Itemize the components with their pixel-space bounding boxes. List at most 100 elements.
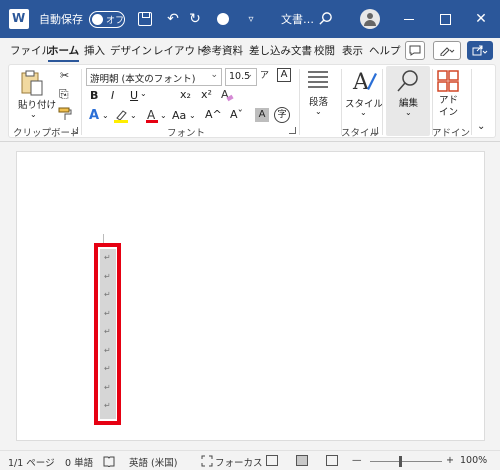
share-button[interactable] bbox=[467, 41, 493, 60]
tab-home[interactable]: ホーム bbox=[48, 43, 80, 62]
undo-icon[interactable]: ↶ bbox=[165, 11, 181, 27]
user-avatar[interactable] bbox=[360, 9, 380, 29]
proofing-icon[interactable] bbox=[103, 456, 115, 467]
tab-review[interactable]: 校閲 bbox=[314, 43, 335, 58]
highlight-dropdown-icon[interactable]: ⌄ bbox=[130, 111, 137, 120]
focus-icon[interactable] bbox=[201, 455, 213, 467]
font-size-select[interactable]: 10.5 ⌄ bbox=[225, 68, 257, 86]
status-bar: 1/1 ページ 0 単語 英語 (米国) フォーカス — + 100% bbox=[0, 450, 500, 470]
styles-icon[interactable]: A bbox=[352, 67, 378, 95]
print-layout-icon[interactable] bbox=[296, 455, 308, 466]
page-count[interactable]: 1/1 ページ bbox=[8, 455, 55, 469]
underline-button[interactable]: U bbox=[130, 89, 138, 102]
close-button[interactable]: ✕ bbox=[472, 10, 490, 28]
ribbon: 貼り付け ⌄ ✂ ⎘ クリップボード 游明朝 (本文のフォント) ⌄ 10.5 … bbox=[0, 62, 500, 142]
group-divider bbox=[299, 69, 300, 135]
word-count[interactable]: 0 単語 bbox=[65, 455, 93, 469]
maximize-button[interactable] bbox=[436, 10, 454, 28]
add-ins-label[interactable]: アド イン bbox=[439, 95, 458, 119]
highlight-box bbox=[94, 243, 121, 425]
toggle-knob bbox=[92, 13, 103, 25]
svg-text:A: A bbox=[352, 70, 370, 95]
document-title[interactable]: 文書… bbox=[281, 11, 314, 27]
text-effects-dropdown-icon[interactable]: ⌄ bbox=[102, 111, 109, 120]
italic-button[interactable]: I bbox=[111, 89, 114, 102]
character-shading-icon[interactable]: A bbox=[255, 108, 269, 122]
bold-button[interactable]: B bbox=[90, 89, 98, 102]
tab-view[interactable]: 表示 bbox=[342, 43, 363, 58]
phonetic-guide-icon[interactable]: ア bbox=[260, 68, 269, 81]
tab-layout[interactable]: レイアウト bbox=[153, 43, 206, 58]
styles-launcher-icon[interactable] bbox=[371, 127, 378, 134]
tab-help[interactable]: ヘルプ bbox=[369, 43, 401, 58]
font-launcher-icon[interactable] bbox=[289, 127, 296, 134]
tab-design[interactable]: デザイン bbox=[110, 43, 152, 58]
add-ins-group-label: アドイン bbox=[432, 128, 471, 139]
tab-file[interactable]: ファイル bbox=[10, 43, 52, 58]
font-name-select[interactable]: 游明朝 (本文のフォント) ⌄ bbox=[86, 68, 222, 86]
circle-icon[interactable] bbox=[215, 11, 231, 27]
customize-dropdown-icon[interactable]: ▿ bbox=[243, 11, 259, 27]
styles-dropdown-icon[interactable]: ⌄ bbox=[360, 108, 367, 117]
zoom-level[interactable]: 100% bbox=[460, 455, 487, 466]
highlight-icon[interactable] bbox=[113, 108, 129, 124]
paragraph-label[interactable]: 段落 bbox=[309, 94, 328, 108]
editing-dropdown-icon: ⌄ bbox=[405, 108, 412, 117]
comment-icon bbox=[409, 45, 421, 56]
group-divider bbox=[81, 69, 82, 135]
focus-mode[interactable]: フォーカス bbox=[215, 455, 263, 469]
paste-label[interactable]: 貼り付け bbox=[18, 97, 56, 111]
editing-mode-button[interactable] bbox=[433, 41, 461, 60]
enclose-characters-icon[interactable]: 字 bbox=[274, 107, 290, 123]
language[interactable]: 英語 (米国) bbox=[129, 455, 177, 469]
group-divider bbox=[382, 69, 383, 135]
search-icon bbox=[397, 70, 418, 92]
shrink-font-button[interactable]: Aˇ bbox=[230, 108, 243, 121]
editing-label: 編集 bbox=[399, 98, 419, 109]
zoom-slider-thumb[interactable] bbox=[399, 456, 402, 467]
save-icon[interactable] bbox=[137, 11, 153, 27]
pen-icon bbox=[440, 47, 455, 56]
read-mode-icon[interactable] bbox=[266, 455, 278, 466]
paragraph-dropdown-icon[interactable]: ⌄ bbox=[315, 107, 322, 116]
collapse-ribbon-icon[interactable]: ⌄ bbox=[477, 121, 485, 132]
paragraph-icon[interactable] bbox=[306, 69, 330, 89]
clear-formatting-icon[interactable]: A bbox=[220, 88, 234, 102]
add-ins-icon[interactable] bbox=[437, 70, 459, 92]
font-color-dropdown-icon[interactable]: ⌄ bbox=[160, 111, 167, 120]
superscript-button[interactable]: x² bbox=[201, 88, 212, 101]
copy-icon[interactable]: ⎘ bbox=[59, 87, 69, 102]
redo-icon[interactable]: ↻ bbox=[187, 11, 203, 27]
zoom-in-button[interactable]: + bbox=[446, 455, 454, 466]
title-bar: 自動保存 オフ ↶ ↻ ▿ 文書… ✕ bbox=[0, 0, 500, 38]
zoom-slider[interactable] bbox=[370, 461, 442, 462]
clipboard-group-label: クリップボード bbox=[13, 128, 80, 139]
text-effects-icon[interactable]: A bbox=[89, 108, 99, 123]
cut-icon[interactable]: ✂ bbox=[60, 69, 69, 82]
format-painter-icon[interactable] bbox=[58, 107, 72, 121]
document-page[interactable] bbox=[16, 151, 485, 441]
tab-references[interactable]: 参考資料 bbox=[201, 43, 243, 58]
change-case-dropdown-icon[interactable]: ⌄ bbox=[189, 111, 196, 120]
word-app-icon[interactable] bbox=[9, 9, 29, 29]
tab-mailings[interactable]: 差し込み文書 bbox=[249, 43, 312, 58]
change-case-button[interactable]: Aa bbox=[172, 109, 186, 122]
subscript-button[interactable]: x₂ bbox=[180, 88, 191, 101]
tab-insert[interactable]: 挿入 bbox=[84, 43, 105, 58]
web-layout-icon[interactable] bbox=[326, 455, 338, 466]
character-border-icon[interactable]: A bbox=[277, 68, 291, 82]
clipboard-launcher-icon[interactable] bbox=[71, 127, 78, 134]
chevron-down-icon: ⌄ bbox=[210, 70, 218, 80]
paste-dropdown-icon[interactable]: ⌄ bbox=[30, 110, 37, 119]
minimize-button[interactable] bbox=[400, 10, 418, 28]
zoom-out-button[interactable]: — bbox=[352, 455, 362, 466]
comment-button[interactable] bbox=[405, 41, 425, 60]
font-color-icon[interactable]: A bbox=[145, 108, 159, 124]
menu-bar: ファイル ホーム 挿入 デザイン レイアウト 参考資料 差し込み文書 校閲 表示… bbox=[0, 38, 500, 62]
editing-button[interactable]: 編集 ⌄ bbox=[386, 66, 430, 136]
underline-dropdown-icon[interactable]: ⌄ bbox=[140, 89, 147, 98]
paste-icon[interactable] bbox=[19, 69, 45, 97]
autosave-toggle[interactable]: オフ bbox=[89, 10, 125, 28]
search-icon[interactable] bbox=[318, 11, 333, 26]
grow-font-button[interactable]: A^ bbox=[205, 108, 222, 121]
